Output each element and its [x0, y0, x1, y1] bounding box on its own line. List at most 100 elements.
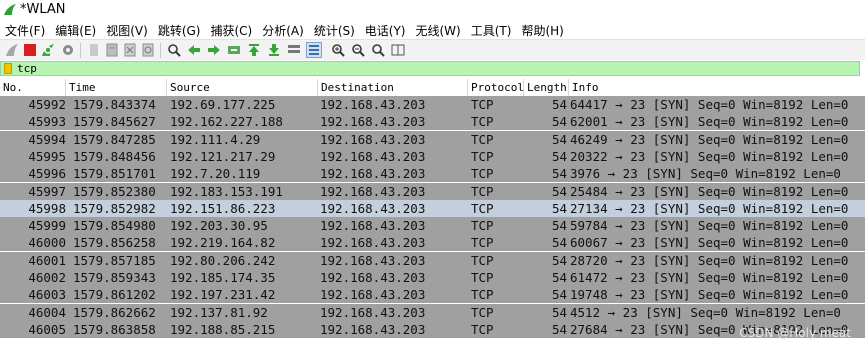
- last-packet-icon[interactable]: [266, 42, 282, 58]
- packet-row[interactable]: 45993 1579.845627 192.162.227.188 192.168.4…: [0, 113, 865, 131]
- autoscroll-icon[interactable]: [286, 42, 302, 58]
- options-gear-icon[interactable]: [60, 42, 76, 58]
- restart-icon[interactable]: [40, 42, 56, 58]
- menu-wireless[interactable]: 无线(W): [411, 20, 466, 39]
- cell-protocol: TCP: [471, 200, 494, 216]
- menu-edit[interactable]: 编辑(E): [50, 20, 101, 39]
- cell-time: 1579.854980: [73, 218, 156, 234]
- cell-destination: 192.168.43.203: [320, 304, 426, 320]
- cell-no: 45997: [28, 183, 66, 199]
- column-header-length[interactable]: Length: [524, 79, 569, 96]
- colorize-icon[interactable]: [306, 42, 322, 58]
- cell-source: 192.80.206.242: [170, 252, 276, 268]
- cell-time: 1579.848456: [73, 148, 156, 164]
- packet-row[interactable]: 45992 1579.843374 192.69.177.225 192.168.43…: [0, 96, 865, 113]
- find-icon[interactable]: [166, 42, 182, 58]
- shark-fin-start-icon[interactable]: [4, 42, 20, 58]
- menu-capture[interactable]: 捕获(C): [205, 20, 257, 39]
- cell-source: 192.183.153.191: [170, 183, 283, 199]
- first-packet-icon[interactable]: [246, 42, 262, 58]
- cell-source: 192.111.4.29: [170, 131, 261, 147]
- cell-time: 1579.851701: [73, 166, 156, 182]
- cell-destination: 192.168.43.203: [320, 183, 426, 199]
- cell-no: 46005: [28, 321, 66, 337]
- column-header-protocol[interactable]: Protocol: [468, 79, 524, 96]
- column-header-no[interactable]: No.: [0, 79, 66, 96]
- menu-statistics[interactable]: 统计(S): [309, 20, 360, 39]
- cell-protocol: TCP: [471, 252, 494, 268]
- open-file-icon[interactable]: [86, 42, 102, 58]
- forward-arrow-icon[interactable]: [206, 42, 222, 58]
- menu-view[interactable]: 视图(V): [101, 20, 153, 39]
- packet-row[interactable]: 46001 1579.857185 192.80.206.242 192.168.43…: [0, 251, 865, 269]
- packet-row[interactable]: 46002 1579.859343 192.185.174.35 192.168.43…: [0, 269, 865, 286]
- bookmark-icon[interactable]: [4, 63, 12, 74]
- cell-source: 192.69.177.225: [170, 97, 276, 112]
- display-filter-input[interactable]: tcp: [0, 61, 860, 76]
- cell-protocol: TCP: [471, 131, 494, 147]
- cell-protocol: TCP: [471, 235, 494, 251]
- packet-row[interactable]: 45995 1579.848456 192.121.217.29 192.168.43…: [0, 147, 865, 165]
- menu-file[interactable]: 文件(F): [0, 20, 50, 39]
- cell-length: 54: [551, 183, 567, 199]
- cell-protocol: TCP: [471, 270, 494, 285]
- packet-row[interactable]: 45999 1579.854980 192.203.30.95 192.168.43.…: [0, 217, 865, 235]
- cell-time: 1579.863858: [73, 321, 156, 337]
- cell-length: 54: [551, 166, 567, 182]
- cell-time: 1579.852380: [73, 183, 156, 199]
- cell-destination: 192.168.43.203: [320, 321, 426, 337]
- zoom-normal-icon[interactable]: [370, 42, 386, 58]
- cell-time: 1579.857185: [73, 252, 156, 268]
- save-file-icon[interactable]: [104, 42, 120, 58]
- cell-info: 62001 → 23 [SYN] Seq=0 Win=8192 Len=0: [570, 114, 849, 130]
- cell-source: 192.197.231.42: [170, 287, 276, 303]
- packet-row[interactable]: 46003 1579.861202 192.197.231.42 192.168.43…: [0, 286, 865, 304]
- packet-list-header: No. Time Source Destination Protocol Len…: [0, 79, 865, 97]
- cell-protocol: TCP: [471, 218, 494, 234]
- column-header-source[interactable]: Source: [167, 79, 318, 96]
- menu-tools[interactable]: 工具(T): [466, 20, 517, 39]
- title-bar: *WLAN: [0, 0, 865, 20]
- cell-time: 1579.859343: [73, 270, 156, 285]
- reload-icon[interactable]: [140, 42, 156, 58]
- packet-list[interactable]: 45992 1579.843374 192.69.177.225 192.168.43…: [0, 96, 865, 342]
- cell-destination: 192.168.43.203: [320, 166, 426, 182]
- menu-analyze[interactable]: 分析(A): [257, 20, 309, 39]
- zoom-in-icon[interactable]: [330, 42, 346, 58]
- cell-no: 45999: [28, 218, 66, 234]
- cell-destination: 192.168.43.203: [320, 235, 426, 251]
- cell-info: 25484 → 23 [SYN] Seq=0 Win=8192 Len=0: [570, 183, 849, 199]
- packet-row[interactable]: 45998 1579.852982 192.151.86.223 192.168.43…: [0, 199, 865, 217]
- packet-row[interactable]: 46004 1579.862662 192.137.81.92 192.168.43.…: [0, 303, 865, 321]
- menu-telephony[interactable]: 电话(Y): [360, 20, 411, 39]
- cell-time: 1579.845627: [73, 114, 156, 130]
- packet-row[interactable]: 45994 1579.847285 192.111.4.29 192.168.43.2…: [0, 130, 865, 148]
- column-header-info[interactable]: Info: [569, 79, 865, 96]
- close-file-icon[interactable]: [122, 42, 138, 58]
- cell-protocol: TCP: [471, 148, 494, 164]
- back-arrow-icon[interactable]: [186, 42, 202, 58]
- packet-row[interactable]: 45996 1579.851701 192.7.20.119 192.168.43.2…: [0, 165, 865, 183]
- stop-icon[interactable]: [22, 42, 38, 58]
- cell-no: 45993: [28, 114, 66, 130]
- zoom-out-icon[interactable]: [350, 42, 366, 58]
- resize-columns-icon[interactable]: [390, 42, 406, 58]
- menu-help[interactable]: 帮助(H): [516, 20, 568, 39]
- cell-info: 19748 → 23 [SYN] Seq=0 Win=8192 Len=0: [570, 287, 849, 303]
- packet-row[interactable]: 46005 1579.863858 192.188.85.215 192.168.43…: [0, 320, 865, 338]
- menu-go[interactable]: 跳转(G): [153, 20, 206, 39]
- cell-length: 54: [551, 304, 567, 320]
- cell-length: 54: [551, 200, 567, 216]
- cell-length: 54: [551, 131, 567, 147]
- display-filter-text[interactable]: tcp: [17, 62, 37, 76]
- main-toolbar: [0, 39, 865, 62]
- cell-info: 20322 → 23 [SYN] Seq=0 Win=8192 Len=0: [570, 148, 849, 164]
- column-header-destination[interactable]: Destination: [318, 79, 468, 96]
- toolbar-separator: [160, 43, 161, 58]
- cell-no: 45992: [28, 97, 66, 112]
- goto-packet-icon[interactable]: [226, 42, 242, 58]
- column-header-time[interactable]: Time: [66, 79, 167, 96]
- packet-row[interactable]: 46000 1579.856258 192.219.164.82 192.168.43…: [0, 234, 865, 252]
- packet-row[interactable]: 45997 1579.852380 192.183.153.191 192.168.4…: [0, 182, 865, 200]
- cell-info: 64417 → 23 [SYN] Seq=0 Win=8192 Len=0: [570, 97, 849, 112]
